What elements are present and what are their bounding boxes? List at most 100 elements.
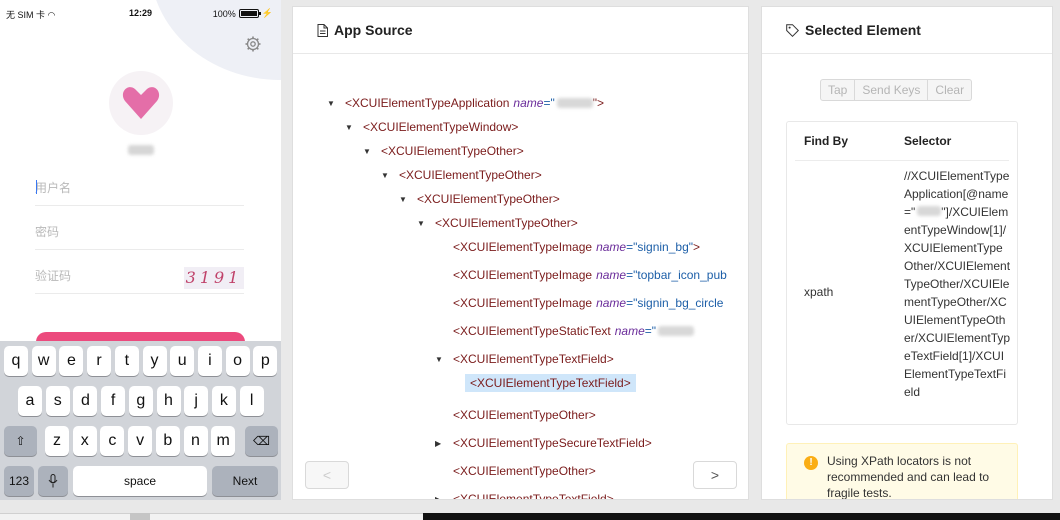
password-field[interactable]	[35, 216, 244, 250]
tag-icon	[786, 23, 799, 37]
tree-node[interactable]: ▶ <XCUIElementTypeTextField>	[435, 489, 614, 500]
tree-node[interactable]: ▼ <XCUIElementTypeOther>	[399, 189, 560, 209]
tree-node[interactable]: <XCUIElementTypeImage name ="topbar_icon_p…	[453, 265, 727, 285]
key-v[interactable]: v	[128, 426, 153, 456]
battery-icon	[238, 9, 261, 18]
key-b[interactable]: b	[155, 426, 180, 456]
key-a[interactable]: a	[18, 386, 42, 416]
password-input[interactable]	[35, 216, 175, 239]
key-k[interactable]: k	[211, 386, 236, 416]
captcha-input[interactable]	[35, 260, 175, 283]
caret-down-icon[interactable]: ▼	[381, 171, 391, 180]
backspace-key-icon[interactable]: ⌫	[245, 426, 278, 456]
tree-node-attr: name	[596, 240, 627, 254]
key-o[interactable]: o	[225, 346, 250, 376]
tree-node-tag: <XCUIElementTypeWindow>	[363, 120, 519, 134]
username-field[interactable]	[35, 172, 244, 206]
tree-node[interactable]: ▼ <XCUIElementTypeWindow>	[345, 117, 518, 137]
app-source-header: App Source	[293, 7, 748, 54]
element-actions: Tap Send Keys Clear	[820, 79, 973, 101]
caret-down-icon[interactable]: ▼	[399, 195, 409, 204]
key-g[interactable]: g	[128, 386, 153, 416]
table-divider	[795, 160, 1009, 161]
tap-button[interactable]: Tap	[820, 79, 856, 101]
key-i[interactable]: i	[197, 346, 222, 376]
tree-node-end: >	[693, 240, 701, 254]
key-t[interactable]: t	[114, 346, 139, 376]
caret-right-icon[interactable]: ▶	[435, 439, 445, 448]
selector-value[interactable]: //XCUIElementTypeApplication[@name=" "]/X…	[904, 167, 1012, 401]
tree-node-tag: <XCUIElementTypeTextField>	[453, 492, 614, 500]
send-keys-button[interactable]: Send Keys	[855, 79, 929, 101]
key-u[interactable]: u	[170, 346, 195, 376]
key-m[interactable]: m	[211, 426, 236, 456]
selector-header: Selector	[904, 134, 952, 148]
xpath-warning: ! Using XPath locators is not recommende…	[786, 443, 1018, 500]
caret-down-icon[interactable]: ▼	[417, 219, 427, 228]
tree-node[interactable]: <XCUIElementTypeStaticText name ="	[453, 321, 695, 341]
blurred-app-name	[917, 206, 942, 216]
captcha-field[interactable]: 3191	[35, 260, 244, 294]
tree-node[interactable]: ▼ <XCUIElementTypeOther>	[381, 165, 542, 185]
next-key[interactable]: Next	[212, 466, 278, 496]
key-q[interactable]: q	[4, 346, 28, 376]
tree-node-tag: <XCUIElementTypeApplication	[345, 96, 510, 110]
space-key[interactable]: space	[73, 466, 207, 496]
key-n[interactable]: n	[183, 426, 208, 456]
tree-node[interactable]: ▼ <XCUIElementTypeTextField>	[435, 349, 614, 369]
tree-node[interactable]: <XCUIElementTypeOther>	[453, 405, 596, 425]
blurred-value	[556, 98, 593, 108]
key-h[interactable]: h	[156, 386, 181, 416]
key-w[interactable]: w	[31, 346, 56, 376]
panel-title: Selected Element	[805, 22, 921, 38]
tree-node[interactable]: ▼ <XCUIElementTypeOther>	[363, 141, 524, 161]
username-input[interactable]	[35, 172, 175, 195]
selected-element-panel: Selected Element Tap Send Keys Clear Fin…	[761, 6, 1053, 500]
tree-node[interactable]: ▼ <XCUIElementTypeOther>	[417, 213, 578, 233]
settings-gear-icon[interactable]	[245, 36, 261, 52]
key-p[interactable]: p	[253, 346, 278, 376]
tree-node-tag: <XCUIElementTypeStaticText	[453, 324, 611, 338]
warning-text: Using XPath locators is not recommended …	[827, 454, 990, 500]
caret-down-icon[interactable]: ▼	[363, 147, 373, 156]
tree-node-tag: <XCUIElementTypeOther>	[399, 168, 542, 182]
key-y[interactable]: y	[142, 346, 167, 376]
tree-node-tag: <XCUIElementTypeOther>	[453, 464, 596, 478]
key-d[interactable]: d	[73, 386, 98, 416]
tree-node[interactable]: <XCUIElementTypeImage name ="signin_bg_cir…	[453, 293, 723, 313]
key-c[interactable]: c	[100, 426, 125, 456]
tree-node-end: ">	[592, 96, 605, 110]
tree-node[interactable]: ▼ <XCUIElementTypeApplication name =" ">	[327, 93, 604, 113]
dictation-microphone-icon[interactable]	[38, 466, 68, 496]
prev-page-button[interactable]: <	[305, 461, 349, 489]
key-e[interactable]: e	[59, 346, 84, 376]
caret-down-icon[interactable]: ▼	[345, 123, 355, 132]
tree-node-value: ="	[543, 96, 555, 110]
tree-node-tag: <XCUIElementTypeSecureTextField>	[453, 436, 652, 450]
key-j[interactable]: j	[184, 386, 209, 416]
tree-node[interactable]: <XCUIElementTypeImage name ="signin_bg" >	[453, 237, 700, 257]
tree-node-attr: name	[596, 268, 627, 282]
app-logo	[109, 71, 173, 135]
next-page-button[interactable]: >	[693, 461, 737, 489]
caret-down-icon[interactable]: ▼	[435, 355, 445, 364]
tree-node-tag: <XCUIElementTypeTextField>	[465, 374, 636, 392]
key-r[interactable]: r	[87, 346, 112, 376]
tree-node-value: ="signin_bg"	[626, 240, 694, 254]
tree-node[interactable]: <XCUIElementTypeOther>	[453, 461, 596, 481]
device-screen: 无 SIM 卡 ◠ 12:29 100% ⚡ 3191	[0, 0, 281, 500]
keyboard-row-2: asdfghjkl	[0, 386, 281, 416]
tree-node[interactable]: ▶ <XCUIElementTypeSecureTextField>	[435, 433, 652, 453]
shift-key-icon[interactable]: ⇧	[4, 426, 37, 456]
key-l[interactable]: l	[239, 386, 264, 416]
clear-button[interactable]: Clear	[928, 79, 973, 101]
key-s[interactable]: s	[45, 386, 70, 416]
key-z[interactable]: z	[45, 426, 69, 456]
tree-node[interactable]: <XCUIElementTypeTextField>	[465, 373, 636, 393]
captcha-image[interactable]: 3191	[184, 267, 244, 289]
caret-down-icon[interactable]: ▼	[327, 99, 337, 108]
numbers-key[interactable]: 123	[4, 466, 34, 496]
selector-table: Find By Selector xpath //XCUIElementType…	[786, 121, 1018, 425]
key-x[interactable]: x	[72, 426, 97, 456]
key-f[interactable]: f	[101, 386, 126, 416]
